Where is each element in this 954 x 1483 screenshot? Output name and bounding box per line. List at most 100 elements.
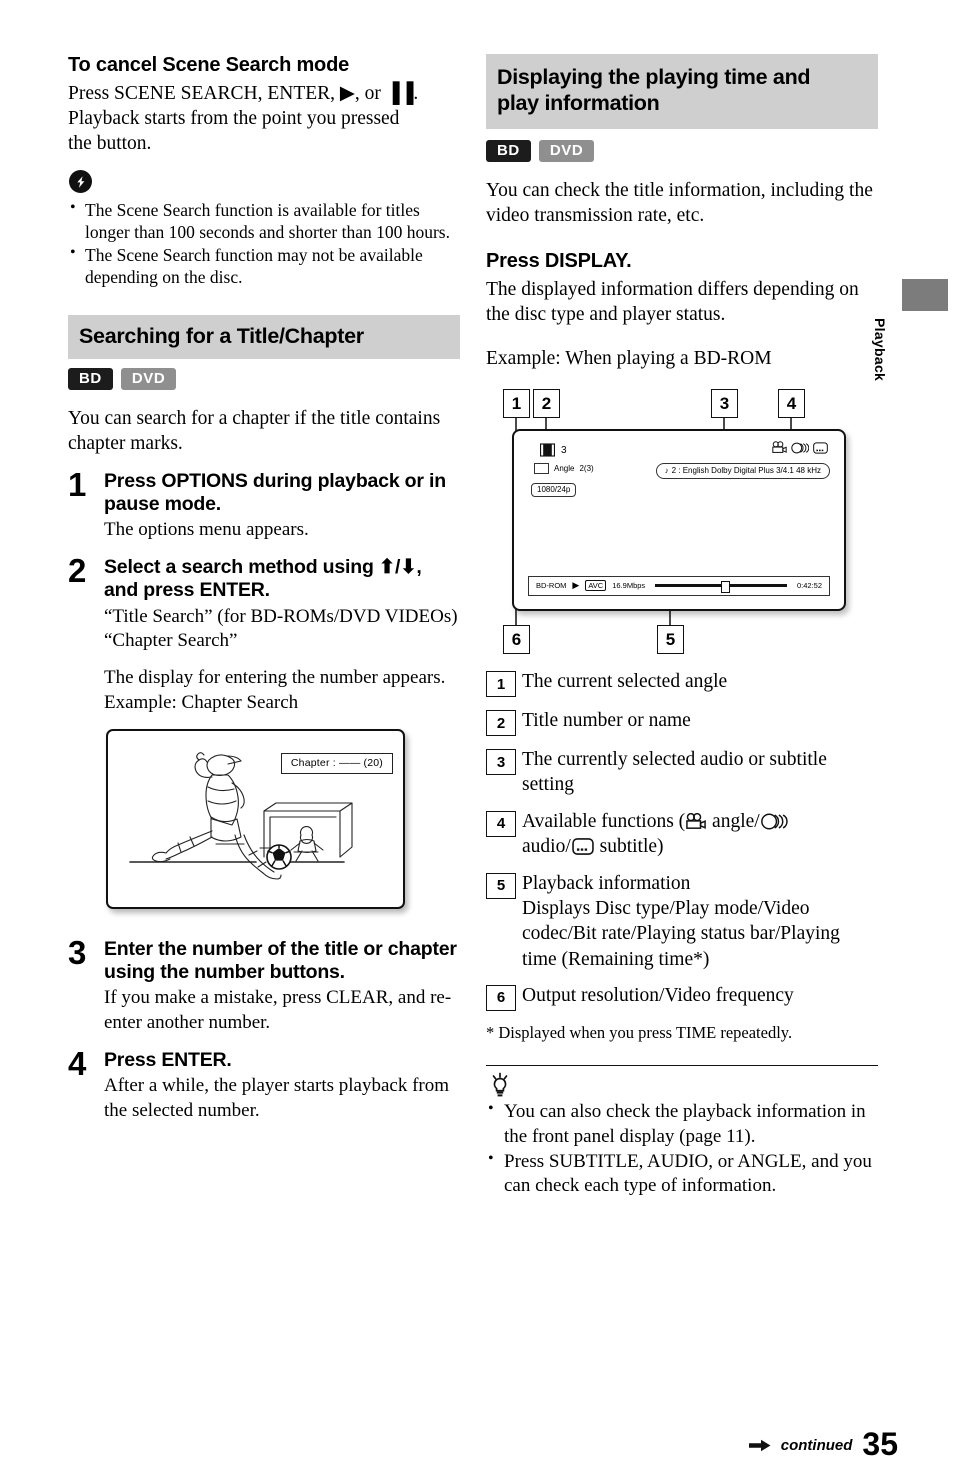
playing-status-knob[interactable] xyxy=(721,580,731,593)
osd-angle-row: Angle 2(3) xyxy=(534,463,594,475)
osd-output-resolution: 1080/24p xyxy=(531,483,577,498)
osd-callout-definitions: 1 The current selected angle 2 Title num… xyxy=(486,669,878,1011)
chapter-overlay-box: Chapter : —— (20) xyxy=(280,752,393,774)
definition-row-5: 5 Playback information Displays Disc typ… xyxy=(486,871,878,972)
osd-playback-info-bar: BD-ROM ▶ AVC 16.9Mbps 0:42:52 xyxy=(528,576,830,597)
step-3-subtext: If you make a mistake, press CLEAR, and … xyxy=(104,987,452,1033)
searching-title-chapter-banner: Searching for a Title/Chapter xyxy=(68,315,460,359)
angle-camera-icon xyxy=(772,441,787,454)
soccer-chapter-search-illustration: Chapter : —— (20) xyxy=(106,728,405,909)
press-display-heading: Press DISPLAY. xyxy=(486,250,632,273)
play-mode-icon: ▶ xyxy=(572,580,580,591)
osd-playing-time: 0:42:52 xyxy=(796,581,822,591)
page-footer: continued 35 xyxy=(748,1426,898,1463)
display-intro-text: You can check the title information, inc… xyxy=(486,179,873,226)
continued-arrow-icon xyxy=(748,1439,771,1452)
step-2-subtext-4: Example: Chapter Search xyxy=(104,691,299,713)
search-intro-text: You can search for a chapter if the titl… xyxy=(68,408,441,455)
audio-discs-icon xyxy=(791,442,809,454)
step-3-heading: Enter the number of the title or chapter… xyxy=(104,937,457,983)
definition-number: 4 xyxy=(486,810,516,837)
banner-title: Searching for a Title/Chapter xyxy=(79,324,364,349)
definition-number: 1 xyxy=(486,671,516,698)
angle-camera-icon xyxy=(686,812,706,829)
callout-5: 5 xyxy=(657,625,684,655)
displaying-playing-time-banner: Displaying the playing time and play inf… xyxy=(486,54,878,129)
callout-6: 6 xyxy=(503,625,530,655)
osd-audio-text: 2 : English Dolby Digital Plus 3/4.1 48 … xyxy=(671,466,821,476)
osd-bit-rate: 16.9Mbps xyxy=(612,581,646,591)
step-2-number: 2 xyxy=(68,552,87,589)
cancel-body-line1: Press SCENE SEARCH, ENTER, ▶, or ▐▐. xyxy=(68,82,419,104)
cancel-scene-search-body: Press SCENE SEARCH, ENTER, ▶, or ▐▐. Pla… xyxy=(68,81,460,156)
osd-title-row: 3 xyxy=(540,443,567,457)
media-badges-left: BD DVD xyxy=(68,368,460,391)
badge-dvd: DVD xyxy=(120,368,177,391)
step-1-subtext: The options menu appears. xyxy=(104,519,309,541)
definition-text-mid2: audio/ xyxy=(522,836,571,858)
step-1-heading: Press OPTIONS during playback or in paus… xyxy=(104,469,446,515)
definition-text: Output resolution/Video frequency xyxy=(522,984,794,1006)
definition-text-post: subtitle) xyxy=(594,836,664,858)
page-number: 35 xyxy=(862,1426,898,1463)
playing-status-bar[interactable] xyxy=(655,580,787,593)
definition-row-3: 3 The currently selected audio or subtit… xyxy=(486,747,878,798)
illustration-wrapper: Chapter : —— (20) xyxy=(106,728,460,909)
definition-number: 5 xyxy=(486,872,516,899)
tip-item: Press SUBTITLE, AUDIO, or ANGLE, and you… xyxy=(486,1149,878,1199)
osd-angle-label: Angle xyxy=(554,464,575,474)
callout-3: 3 xyxy=(711,389,738,419)
section-divider xyxy=(486,1065,878,1067)
example-caption: Example: When playing a BD-ROM xyxy=(486,348,772,369)
definition-number: 2 xyxy=(486,710,516,737)
audio-discs-icon xyxy=(760,813,788,830)
badge-dvd: DVD xyxy=(538,139,595,162)
side-tab-label: Playback xyxy=(872,318,888,382)
step-2-subtext-2: “Chapter Search” xyxy=(104,630,238,652)
step-4-subtext: After a while, the player starts playbac… xyxy=(104,1075,450,1121)
scene-search-notes-list: The Scene Search function is available f… xyxy=(68,198,460,288)
callout-1: 1 xyxy=(503,389,530,419)
osd-diagram: 1 2 3 4 3 Angle 2(3) 1080/24p ♪ 2: Engl… xyxy=(486,383,878,655)
definition-text: Title number or name xyxy=(522,710,691,732)
step-2-subtext-1: “Title Search” (for BD-ROMs/DVD VIDEOs) xyxy=(104,605,458,627)
step-1: 1 Press OPTIONS during playback or in pa… xyxy=(68,467,460,543)
tips-list: You can also check the playback informat… xyxy=(486,1099,878,1199)
continued-label: continued xyxy=(780,1437,853,1454)
soccer-ball-icon xyxy=(266,843,292,870)
banner-title-line1: Displaying the playing time and xyxy=(497,65,811,89)
step-3: 3 Enter the number of the title or chapt… xyxy=(68,933,460,1036)
note-exclamation-icon xyxy=(69,170,92,194)
cancel-body-line3: the button. xyxy=(68,132,152,154)
callout-2: 2 xyxy=(533,389,560,419)
step-4-heading: Press ENTER. xyxy=(104,1048,232,1071)
definition-row-6: 6 Output resolution/Video frequency xyxy=(486,983,878,1011)
step-4-number: 4 xyxy=(68,1044,87,1082)
callout-4: 4 xyxy=(778,389,805,419)
definition-number: 6 xyxy=(486,984,516,1011)
time-footnote: * Displayed when you press TIME repeated… xyxy=(486,1022,793,1042)
subtitle-box-icon xyxy=(572,838,594,855)
media-badges-right: BD DVD xyxy=(486,139,878,162)
manual-page: To cancel Scene Search mode Press SCENE … xyxy=(0,0,954,1483)
definition-number: 3 xyxy=(486,749,516,776)
definition-row-2: 2 Title number or name xyxy=(486,708,878,737)
definition-text: The currently selected audio or subtitle… xyxy=(522,749,827,796)
definition-row-1: 1 The current selected angle xyxy=(486,669,878,698)
step-2-heading: Select a search method using ⬆/⬇, and pr… xyxy=(104,556,422,602)
osd-title-number: 3 xyxy=(561,444,567,456)
subtitle-box-icon xyxy=(813,441,828,454)
lightbulb-tip-icon xyxy=(487,1072,513,1098)
step-2-subtext-3: The display for entering the number appe… xyxy=(104,667,446,689)
left-column: To cancel Scene Search mode Press SCENE … xyxy=(68,54,460,1123)
note-item: The Scene Search function may not be ava… xyxy=(68,243,460,288)
music-note-icon: ♪ xyxy=(664,466,669,476)
cancel-body-line2: Playback starts from the point you press… xyxy=(68,107,400,129)
step-3-number: 3 xyxy=(68,933,87,971)
cancel-scene-search-heading: To cancel Scene Search mode xyxy=(68,54,350,76)
osd-disc-type: BD-ROM xyxy=(536,581,567,591)
definition-text-secondary: Displays Disc type/Play mode/Video codec… xyxy=(522,897,840,970)
osd-available-functions xyxy=(772,441,828,454)
badge-bd: BD xyxy=(68,368,113,391)
tip-item: You can also check the playback informat… xyxy=(486,1099,878,1149)
